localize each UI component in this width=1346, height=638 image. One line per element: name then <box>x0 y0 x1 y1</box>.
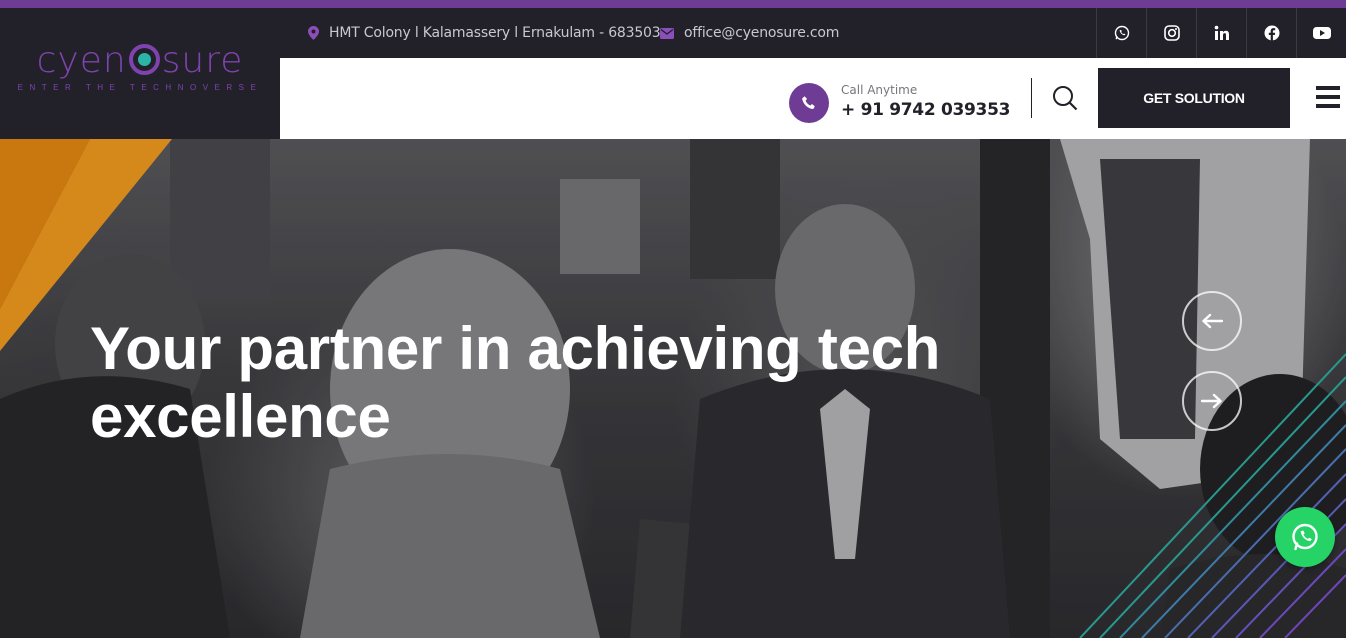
hero-slider: Your partner in achieving tech excellenc… <box>0 139 1346 638</box>
site-logo[interactable]: cyen sure ENTER THE TECHNOVERSE <box>0 8 280 139</box>
email-link[interactable]: office@cyenosure.com <box>684 25 839 41</box>
get-solution-button[interactable]: GET SOLUTION <box>1098 68 1290 128</box>
instagram-icon[interactable] <box>1146 8 1196 58</box>
envelope-icon <box>660 27 674 39</box>
logo-word-left: cyen <box>36 40 127 81</box>
logo-target-icon <box>128 44 160 75</box>
slider-next-button[interactable] <box>1182 371 1242 431</box>
email-info[interactable]: office@cyenosure.com <box>660 8 839 58</box>
phone-icon[interactable] <box>789 83 829 123</box>
linkedin-icon[interactable] <box>1196 8 1246 58</box>
youtube-icon[interactable] <box>1296 8 1346 58</box>
header-divider <box>1031 78 1032 118</box>
logo-tagline: ENTER THE TECHNOVERSE <box>17 83 263 92</box>
location-pin-icon <box>308 26 319 40</box>
whatsapp-icon <box>1292 523 1318 551</box>
address-info: HMT Colony l Kalamassery l Ernakulam - 6… <box>308 8 661 58</box>
hero-title: Your partner in achieving tech excellenc… <box>90 315 941 450</box>
hamburger-menu-icon[interactable] <box>1316 86 1340 108</box>
page: HMT Colony l Kalamassery l Ernakulam - 6… <box>0 0 1346 638</box>
arrow-left-icon <box>1202 313 1223 329</box>
logo-word-right: sure <box>161 40 244 81</box>
phone-number[interactable]: + 91 9742 039353 <box>841 100 1010 120</box>
arrow-right-icon <box>1201 393 1222 409</box>
call-anytime-label: Call Anytime <box>841 83 918 97</box>
main-header: Call Anytime + 91 9742 039353 GET SOLUTI… <box>280 58 1346 139</box>
search-icon[interactable] <box>1052 85 1078 111</box>
address-text: HMT Colony l Kalamassery l Ernakulam - 6… <box>329 25 661 41</box>
facebook-icon[interactable] <box>1246 8 1296 58</box>
whatsapp-icon[interactable] <box>1096 8 1146 58</box>
top-accent-bar <box>0 0 1346 8</box>
slider-prev-button[interactable] <box>1182 291 1242 351</box>
social-links <box>1096 8 1346 58</box>
logo-wordmark: cyen sure <box>37 43 244 79</box>
whatsapp-chat-button[interactable] <box>1275 507 1335 567</box>
